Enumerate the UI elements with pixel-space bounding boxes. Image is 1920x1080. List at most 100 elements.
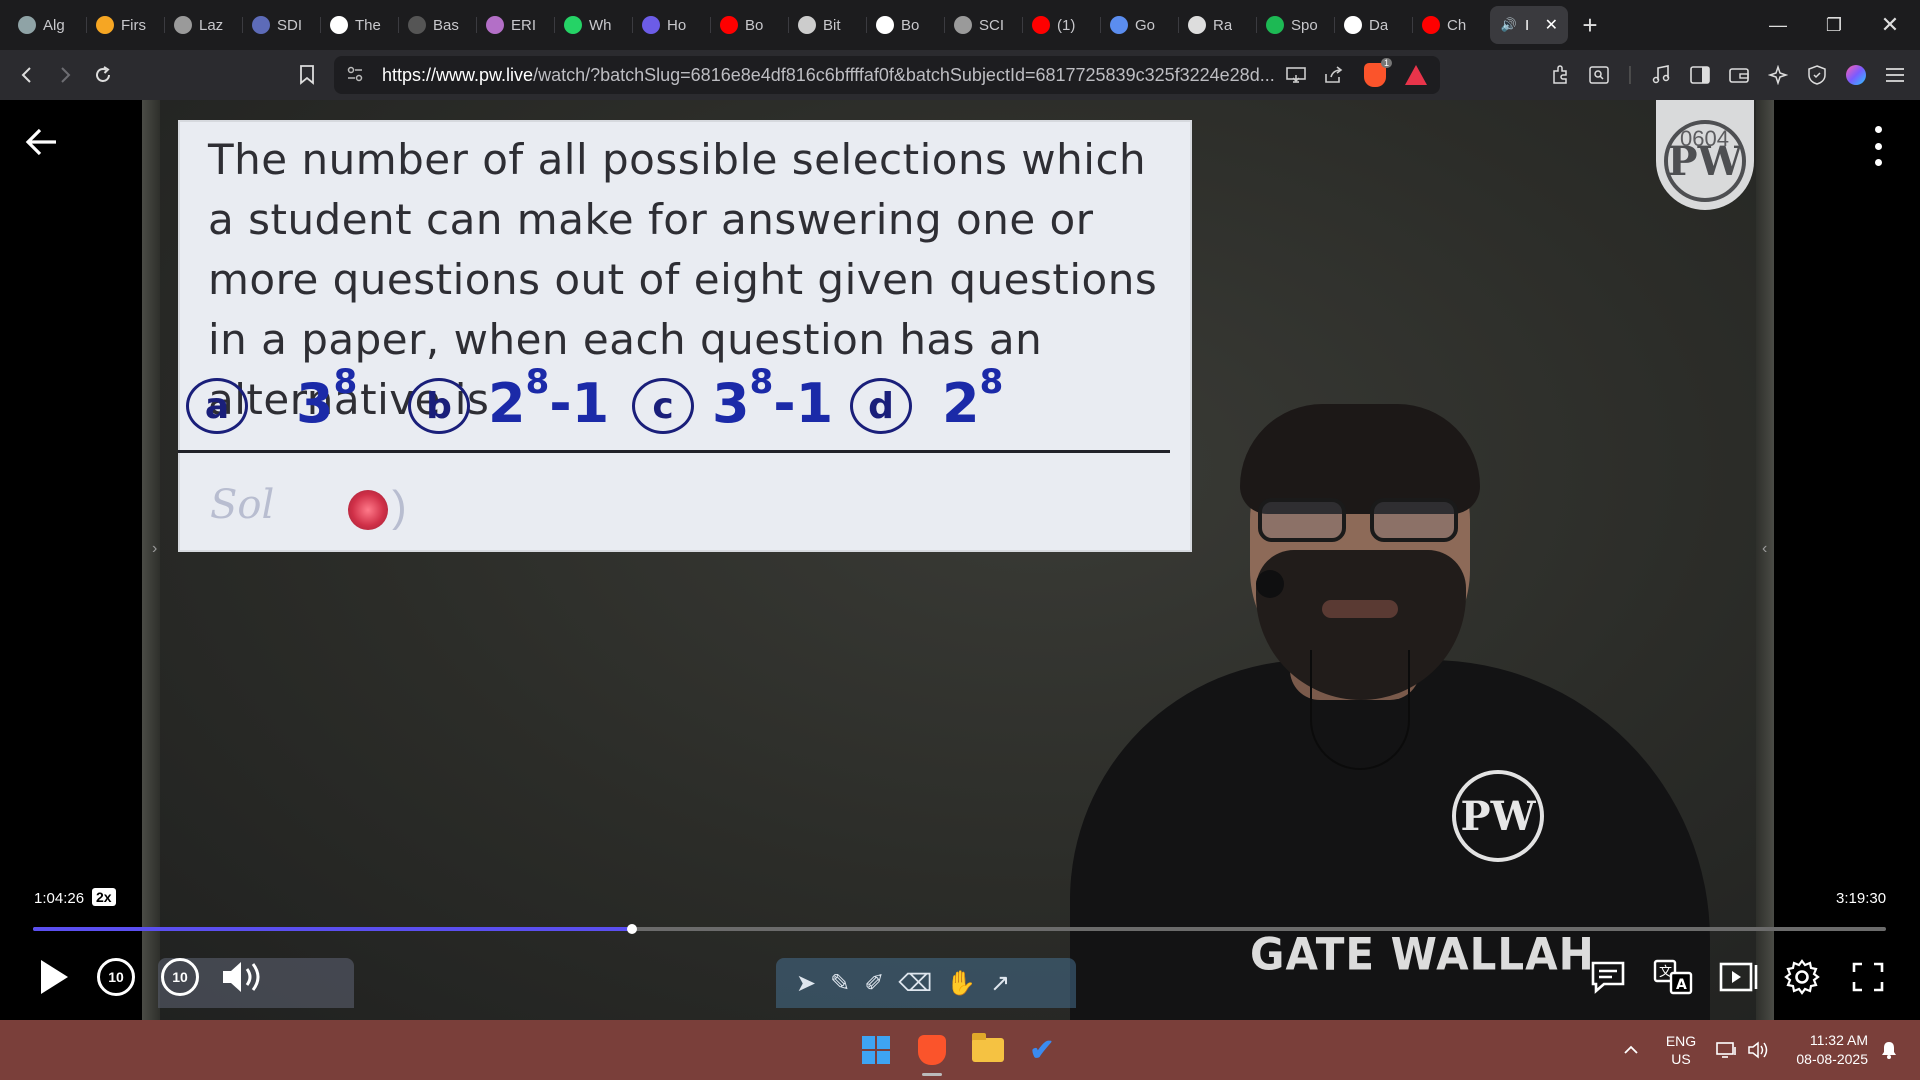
tab-label: Bit [823, 16, 841, 34]
browser-tab[interactable]: Ra [1178, 6, 1256, 44]
sdi-icon [252, 16, 270, 34]
logo-number: 0604 [1680, 126, 1729, 151]
sidebar-icon[interactable] [1685, 56, 1715, 94]
tab-label: Go [1135, 16, 1156, 34]
tab-label: Wh [589, 16, 612, 34]
leo-ai-icon[interactable] [1763, 56, 1793, 94]
browser-tab[interactable]: ERI [476, 6, 554, 44]
player-back-button[interactable] [22, 122, 62, 162]
reload-button[interactable] [84, 56, 122, 94]
music-icon[interactable] [1646, 56, 1676, 94]
browser-tab[interactable]: Ho [632, 6, 710, 44]
browser-tab[interactable]: SCI [944, 6, 1022, 44]
taskbar-todo[interactable]: ✔ [1022, 1030, 1062, 1070]
skip-forward-button[interactable]: 10 [160, 953, 200, 1001]
globe-icon [954, 16, 972, 34]
restore-button[interactable]: ❐ [1806, 0, 1862, 50]
bracket-mark: ) [392, 482, 407, 531]
chat-button[interactable] [1588, 953, 1628, 1001]
browser-tab[interactable]: SDI [242, 6, 320, 44]
notification-bell-icon[interactable] [1876, 1020, 1902, 1080]
browser-tab[interactable]: Da [1334, 6, 1412, 44]
current-time: 1:04:26 [34, 890, 85, 907]
language-indicator[interactable]: ENG US [1660, 1020, 1702, 1080]
toolbar-divider: | [1627, 64, 1633, 85]
minimize-button[interactable]: — [1750, 0, 1806, 50]
taskbar-brave[interactable] [912, 1030, 952, 1070]
youtube-icon [720, 16, 738, 34]
url-host: https://www.pw.live [382, 64, 534, 85]
tab-label: I [1525, 16, 1530, 34]
highlighter-icon: ✐ [864, 969, 885, 997]
profile-avatar[interactable] [1841, 56, 1871, 94]
brave-lion-icon: 1 [1364, 58, 1392, 87]
taskbar-file-explorer[interactable] [968, 1030, 1008, 1070]
bookmark-button[interactable] [288, 56, 326, 94]
close-window-button[interactable]: ✕ [1862, 0, 1918, 50]
browser-tab[interactable]: Laz [164, 6, 242, 44]
browser-tab[interactable]: Alg [8, 6, 86, 44]
extensions-icon[interactable] [1545, 56, 1575, 94]
site-settings-icon[interactable] [346, 65, 366, 85]
browser-tab[interactable]: Go [1100, 6, 1178, 44]
browser-tab[interactable]: Bas [398, 6, 476, 44]
browser-tab[interactable]: Bo [710, 6, 788, 44]
share-icon[interactable] [1320, 61, 1348, 89]
w3schools-icon [330, 16, 348, 34]
skip-back-button[interactable]: 10 [96, 953, 136, 1001]
pw-shirt-logo: PW [1452, 770, 1544, 862]
url-actions: 1 [1282, 58, 1430, 89]
browser-tab[interactable]: Firs [86, 6, 164, 44]
brave-rewards-icon[interactable] [1402, 61, 1430, 89]
fullscreen-button[interactable] [1848, 953, 1888, 1001]
chatgpt-icon [18, 16, 36, 34]
system-clock[interactable]: 11:32 AM 08-08-2025 [1780, 1020, 1868, 1080]
start-button[interactable] [856, 1030, 896, 1070]
tab-label: ERI [511, 16, 537, 34]
tab-label: SCI [979, 16, 1005, 34]
browser-tab[interactable]: Ch [1412, 6, 1490, 44]
browser-tab[interactable]: Wh [554, 6, 632, 44]
reader-mode-icon[interactable] [1584, 56, 1614, 94]
new-tab-button[interactable]: + [1568, 6, 1612, 44]
wikipedia-icon [1344, 16, 1362, 34]
youtube-icon [1422, 16, 1440, 34]
firstcry-icon [96, 16, 114, 34]
settings-button[interactable] [1782, 953, 1822, 1001]
seek-bar[interactable] [33, 924, 1886, 934]
annotation-toolbar: ➤ ✎ ✐ ⌫ ✋ ↗ [776, 958, 1076, 1008]
show-hidden-icons-button[interactable] [1616, 1020, 1646, 1080]
address-bar[interactable]: https://www.pw.live/watch/?batchSlug=681… [334, 56, 1440, 94]
browser-tab[interactable]: The [320, 6, 398, 44]
forward-button[interactable] [46, 56, 84, 94]
clock-date: 08-08-2025 [1796, 1051, 1868, 1067]
more-options-button[interactable] [1866, 126, 1890, 166]
translate-button[interactable]: 文A [1652, 953, 1694, 1001]
back-button[interactable] [8, 56, 46, 94]
active-browser-tab[interactable]: 🔊 I ✕ [1490, 6, 1568, 44]
play-button[interactable] [34, 953, 74, 1001]
youtube-icon [1032, 16, 1050, 34]
tab-label: Ch [1447, 16, 1467, 34]
wallet-icon[interactable] [1724, 56, 1754, 94]
network-icon[interactable] [1714, 1020, 1740, 1080]
menu-icon[interactable] [1880, 56, 1910, 94]
mini-player-button[interactable] [1718, 953, 1760, 1001]
volume-tray-icon[interactable] [1744, 1020, 1772, 1080]
option-a-value: 38 [296, 362, 358, 435]
vpn-shield-icon[interactable] [1802, 56, 1832, 94]
browser-tab[interactable]: Bo [866, 6, 944, 44]
eraser-icon: ⌫ [898, 969, 933, 997]
volume-button[interactable] [220, 953, 266, 1001]
brave-shields-icon[interactable]: 1 [1358, 58, 1392, 89]
volume-icon [223, 962, 260, 992]
browser-tab[interactable]: (1) [1022, 6, 1100, 44]
cast-icon[interactable] [1282, 61, 1310, 89]
fullscreen-icon [1852, 962, 1884, 992]
playback-speed-badge[interactable]: 2x [92, 888, 116, 906]
browser-tab[interactable]: Spo [1256, 6, 1334, 44]
video-player[interactable]: › ‹ The number of all possible selection… [0, 100, 1920, 1020]
bookmark-purple-icon [642, 16, 660, 34]
browser-tab[interactable]: Bit [788, 6, 866, 44]
close-tab-icon[interactable]: ✕ [1545, 15, 1558, 35]
